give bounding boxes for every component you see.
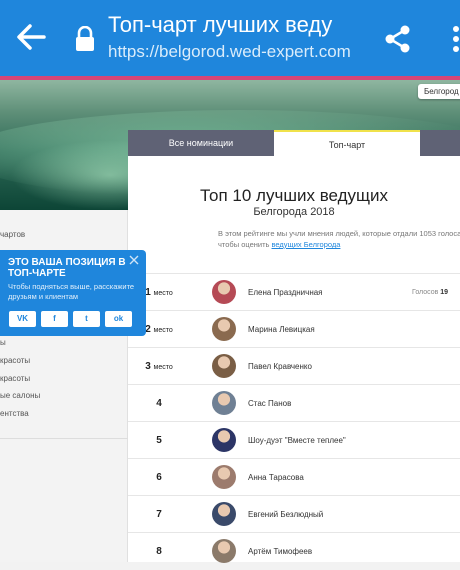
votes-value: 19 (440, 289, 449, 296)
ranking-row[interactable]: 3 место Павел Кравченко (128, 347, 460, 384)
sidebar-item[interactable]: ентства (0, 409, 29, 418)
vk-share-button[interactable]: VK (9, 311, 36, 327)
sidebar-item[interactable]: красоты (0, 374, 30, 383)
rank-suffix: место (153, 327, 173, 334)
rank-place: 6 (128, 459, 190, 496)
ranking-row[interactable]: 7 Евгений Безлюдный (128, 495, 460, 532)
sidebar-item[interactable]: чартов (0, 230, 25, 239)
share-icon[interactable] (384, 24, 412, 54)
lock-icon (76, 26, 94, 51)
sidebar-item[interactable]: ые салоны (0, 391, 40, 400)
ranking-row[interactable]: 2 место Марина Левицкая (128, 310, 460, 347)
close-icon[interactable] (128, 254, 140, 266)
twitter-share-button[interactable]: t (73, 311, 100, 327)
rank-number: 8 (156, 546, 162, 557)
ranking-subtitle: Белгорода 2018 (253, 206, 335, 218)
facebook-share-button[interactable]: f (41, 311, 68, 327)
rank-number: 1 (145, 287, 151, 298)
ranking-row[interactable]: 4 Стас Панов (128, 384, 460, 421)
ranking-row[interactable]: 5 Шоу-дуэт "Вместе теплее" (128, 421, 460, 458)
host-name[interactable]: Стас Панов (248, 385, 291, 422)
host-name[interactable]: Шоу-дуэт "Вместе теплее" (248, 422, 346, 459)
avatar[interactable] (212, 280, 236, 304)
ranking-title: Топ 10 лучших ведущих (199, 186, 389, 205)
tab-bar: Все номинации Топ-чарт (128, 130, 460, 156)
ranking-description: В этом рейтинге мы учли мнения людей, ко… (218, 228, 460, 250)
more-menu-icon[interactable] (446, 24, 460, 54)
avatar[interactable] (212, 539, 236, 563)
popup-title: ЭТО ВАША ПОЗИЦИЯ В ТОП-ЧАРТЕ (8, 257, 126, 279)
avatar[interactable] (212, 354, 236, 378)
tab-all-nominations[interactable]: Все номинации (128, 130, 274, 156)
browser-app-bar: Топ-чарт лучших веду https://belgorod.we… (0, 0, 460, 76)
rank-suffix: место (153, 290, 173, 297)
rank-number: 4 (156, 398, 162, 409)
description-link[interactable]: ведущих Белгорода (272, 240, 341, 249)
rank-suffix: место (153, 364, 173, 371)
city-selector[interactable]: Белгород (418, 84, 460, 99)
avatar[interactable] (212, 465, 236, 489)
rank-number: 7 (156, 509, 162, 520)
votes-count: Голосов 19 (412, 274, 448, 311)
host-name[interactable]: Анна Тарасова (248, 459, 304, 496)
sidebar-item[interactable]: красоты (0, 356, 30, 365)
rank-number: 2 (145, 324, 151, 335)
back-arrow-icon[interactable] (14, 20, 48, 54)
rank-place: 3 место (128, 348, 190, 385)
page-title[interactable]: Топ-чарт лучших веду (108, 12, 378, 38)
ranking-row[interactable]: 8 Артём Тимофеев (128, 532, 460, 569)
avatar[interactable] (212, 391, 236, 415)
popup-text: Чтобы подняться выше, расскажите друзьям… (8, 282, 135, 301)
divider (0, 438, 128, 439)
rank-number: 5 (156, 435, 162, 446)
host-name[interactable]: Елена Праздничная (248, 274, 323, 311)
position-promo-popup: ЭТО ВАША ПОЗИЦИЯ В ТОП-ЧАРТЕ Чтобы подня… (0, 250, 146, 336)
description-text: В этом рейтинге мы учли мнения людей, ко… (218, 229, 460, 238)
host-name[interactable]: Евгений Безлюдный (248, 496, 323, 533)
votes-label: Голосов (412, 289, 439, 296)
host-name[interactable]: Марина Левицкая (248, 311, 315, 348)
ranking-table: 1 место Елена Праздничная Голосов 19 2 мест… (128, 273, 460, 569)
avatar[interactable] (212, 502, 236, 526)
rank-place: 7 (128, 496, 190, 533)
odnoklassniki-share-button[interactable]: ok (105, 311, 132, 327)
ranking-row[interactable]: 1 место Елена Праздничная Голосов 19 (128, 273, 460, 310)
description-text-2: чтобы оценить (218, 240, 272, 249)
rank-place: 5 (128, 422, 190, 459)
rank-place: 8 (128, 533, 190, 570)
rank-number: 6 (156, 472, 162, 483)
url-text[interactable]: https://belgorod.wed-expert.com (108, 42, 351, 62)
host-name[interactable]: Артём Тимофеев (248, 533, 312, 570)
tab-top-chart[interactable]: Топ-чарт (274, 130, 420, 156)
avatar[interactable] (212, 428, 236, 452)
avatar[interactable] (212, 317, 236, 341)
sidebar-item[interactable]: ы (0, 338, 6, 347)
rank-number: 3 (145, 361, 151, 372)
host-name[interactable]: Павел Кравченко (248, 348, 312, 385)
rank-place: 4 (128, 385, 190, 422)
ranking-row[interactable]: 6 Анна Тарасова (128, 458, 460, 495)
